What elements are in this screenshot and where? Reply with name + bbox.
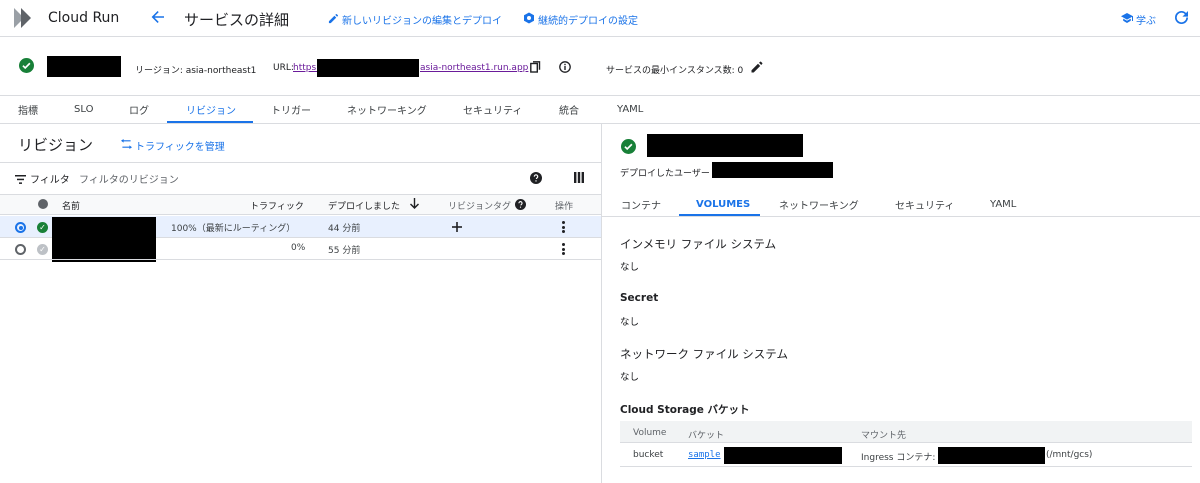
panel-divider <box>601 123 602 483</box>
app-title: Cloud Run <box>48 10 120 26</box>
vt-bucket-link[interactable]: sample <box>688 450 721 460</box>
column-actions: 操作 <box>555 202 574 212</box>
network-fs-title: ネットワーク ファイル システム <box>620 347 788 361</box>
secret-value: なし <box>620 317 640 328</box>
cloud-run-logo <box>12 6 36 30</box>
edit-deploy-button[interactable]: 新しいリビジョンの編集とデプロイ <box>328 12 502 27</box>
redacted-bucket-name <box>724 447 842 464</box>
hexagon-icon <box>523 12 535 27</box>
vt-column-mount: マウント先 <box>861 431 907 441</box>
refresh-icon[interactable] <box>1175 11 1188 27</box>
network-fs-value: なし <box>620 372 640 383</box>
tab-logs[interactable]: ログ <box>129 96 149 122</box>
filter-input[interactable]: フィルタのリビジョン <box>79 171 179 186</box>
column-traffic[interactable]: トラフィック <box>250 199 304 212</box>
edit-min-instances-icon[interactable] <box>751 61 763 76</box>
page-title: サービスの詳細 <box>184 11 290 29</box>
revision-status-icon <box>621 139 636 157</box>
row-deployed: 55 分前 <box>328 246 361 256</box>
detail-tab-networking[interactable]: ネットワーキング <box>779 193 859 215</box>
tab-yaml[interactable]: YAML <box>617 96 643 122</box>
detail-tabs-divider <box>602 216 1200 217</box>
sort-down-icon[interactable] <box>410 198 419 212</box>
info-icon[interactable] <box>559 61 571 76</box>
row-actions-menu-icon[interactable] <box>562 243 566 257</box>
vt-mount-suffix: (/mnt/gcs) <box>1046 450 1093 460</box>
tab-integrations[interactable]: 統合 <box>559 96 579 122</box>
redacted-service-name <box>47 56 121 77</box>
detail-tab-security[interactable]: セキュリティ <box>895 193 954 215</box>
swap-icon <box>121 139 132 152</box>
edit-deploy-label: 新しいリビジョンの編集とデプロイ <box>342 16 502 27</box>
column-tag[interactable]: リビジョンタグ <box>448 199 511 212</box>
revisions-title-divider <box>0 162 601 163</box>
service-url-suffix[interactable]: asia-northeast1.run.app <box>420 63 528 73</box>
tabs-divider <box>0 123 1200 124</box>
back-arrow-icon[interactable] <box>150 9 166 28</box>
in-memory-fs-title: インメモリ ファイル システム <box>620 237 777 251</box>
revision-active-check-icon: ✓ <box>37 222 48 233</box>
in-memory-fs-value: なし <box>620 262 640 273</box>
learn-button[interactable]: 学ぶ <box>1121 12 1156 27</box>
detail-tab-volumes[interactable]: VOLUMES <box>696 193 750 215</box>
row-actions-menu-icon[interactable] <box>562 221 566 235</box>
min-instances-text: サービスの最小インスタンス数: 0 <box>606 66 744 76</box>
add-tag-icon[interactable] <box>452 221 462 235</box>
tab-metrics[interactable]: 指標 <box>18 96 38 122</box>
vt-volume-name: bucket <box>633 450 664 460</box>
help-icon[interactable] <box>530 172 542 187</box>
gcs-title: Cloud Storage バケット <box>620 404 750 416</box>
continuous-deploy-label: 継続的デプロイの設定 <box>538 16 638 27</box>
tab-triggers[interactable]: トリガー <box>271 96 311 122</box>
manage-traffic-label: トラフィックを管理 <box>135 142 225 153</box>
school-icon <box>1121 12 1133 27</box>
service-status-icon <box>19 58 34 76</box>
column-deployed[interactable]: デプロイしました <box>328 199 400 212</box>
topbar-divider <box>0 36 1200 37</box>
url-label: URL: <box>273 63 294 73</box>
learn-label: 学ぶ <box>1136 16 1156 27</box>
redacted-mount-path <box>938 447 1045 464</box>
service-url-prefix[interactable]: https: <box>293 63 319 73</box>
detail-tab-yaml[interactable]: YAML <box>990 193 1016 215</box>
header-status-dot <box>38 199 48 209</box>
copy-icon[interactable] <box>530 61 541 76</box>
revision-inactive-check-icon: ✓ <box>37 244 48 255</box>
tab-security[interactable]: セキュリティ <box>463 96 522 122</box>
column-name[interactable]: 名前 <box>62 199 80 212</box>
row-select-radio[interactable] <box>15 222 26 233</box>
deployed-by-label: デプロイしたユーザー <box>620 169 710 179</box>
row-select-radio[interactable] <box>15 244 26 255</box>
redacted-revision-title <box>647 134 803 157</box>
vt-column-volume: Volume <box>633 428 667 438</box>
filter-label: フィルタ <box>30 175 70 186</box>
column-display-icon[interactable] <box>574 172 584 186</box>
pencil-icon <box>328 13 339 27</box>
tab-slo[interactable]: SLO <box>74 96 93 122</box>
tab-networking[interactable]: ネットワーキング <box>347 96 427 122</box>
row-deployed: 44 分前 <box>328 224 361 234</box>
vt-mount-prefix: Ingress コンテナ: <box>861 453 936 463</box>
redacted-deployer <box>712 162 833 178</box>
info-divider <box>0 95 1200 96</box>
tag-help-icon[interactable] <box>515 199 526 213</box>
revisions-title: リビジョン <box>18 136 94 154</box>
secret-title: Secret <box>620 292 659 304</box>
row-traffic: 100%（最新にルーティング） <box>171 224 296 234</box>
manage-traffic-button[interactable]: トラフィックを管理 <box>121 138 225 153</box>
region-text: リージョン: asia-northeast1 <box>135 66 257 76</box>
vt-column-bucket: バケット <box>688 431 725 441</box>
tab-revisions[interactable]: リビジョン <box>186 96 236 122</box>
redacted-url <box>317 59 419 77</box>
detail-tab-container[interactable]: コンテナ <box>621 193 661 215</box>
row-traffic: 0% <box>291 243 306 253</box>
filter-icon[interactable] <box>15 173 26 187</box>
continuous-deploy-button[interactable]: 継続的デプロイの設定 <box>523 12 638 27</box>
